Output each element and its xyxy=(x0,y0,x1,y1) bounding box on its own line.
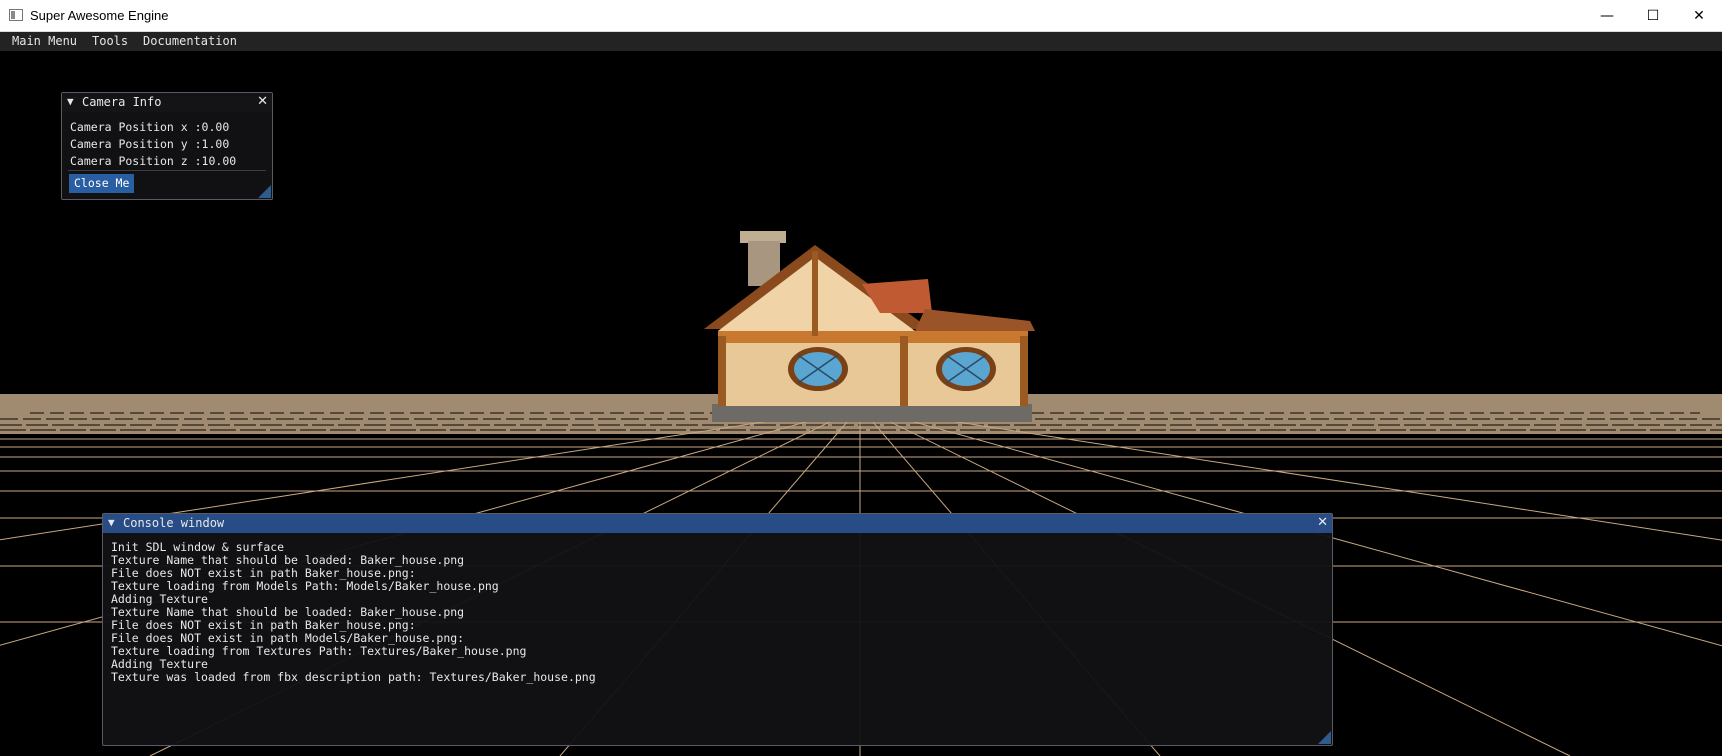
menu-tools[interactable]: Tools xyxy=(92,34,128,48)
log-line: Texture was loaded from fbx description … xyxy=(111,670,596,684)
baker-house-model xyxy=(704,231,1035,422)
resize-grip[interactable] xyxy=(258,185,271,198)
close-window-button[interactable]: ✕ xyxy=(1676,0,1722,32)
camera-info-titlebar[interactable]: ▼ Camera Info ✕ xyxy=(62,93,272,112)
menu-documentation[interactable]: Documentation xyxy=(143,34,237,48)
console-window[interactable]: ▼ Console window ✕ Init SDL window & sur… xyxy=(102,513,1333,746)
app-window-icon xyxy=(9,9,23,21)
collapse-triangle-icon[interactable]: ▼ xyxy=(108,516,115,529)
maximize-button[interactable]: ☐ xyxy=(1630,0,1676,32)
window-titlebar: Super Awesome Engine — ☐ ✕ xyxy=(0,0,1722,32)
camera-info-title: Camera Info xyxy=(82,95,162,109)
window-title: Super Awesome Engine xyxy=(30,8,169,23)
close-me-button[interactable]: Close Me xyxy=(69,174,135,193)
collapse-triangle-icon[interactable]: ▼ xyxy=(67,95,74,108)
camera-info-window[interactable]: ▼ Camera Info ✕ Camera Position x :0.00 … xyxy=(61,92,273,200)
menu-bar: Main Menu Tools Documentation xyxy=(0,32,1722,51)
close-icon[interactable]: ✕ xyxy=(257,94,268,109)
camera-position-y: Camera Position y :1.00 xyxy=(70,137,230,151)
camera-position-x: Camera Position x :0.00 xyxy=(70,120,230,134)
close-icon[interactable]: ✕ xyxy=(1317,515,1328,530)
camera-position-z: Camera Position z :10.00 xyxy=(70,154,237,168)
resize-grip[interactable] xyxy=(1318,731,1331,744)
menu-main-menu[interactable]: Main Menu xyxy=(12,34,77,48)
separator xyxy=(68,170,266,171)
camera-position-list: Camera Position x :0.00 Camera Position … xyxy=(70,119,236,170)
console-titlebar[interactable]: ▼ Console window ✕ xyxy=(103,514,1332,533)
minimize-button[interactable]: — xyxy=(1584,0,1630,32)
console-log: Init SDL window & surface Texture Name t… xyxy=(111,541,596,684)
console-title: Console window xyxy=(123,516,225,530)
